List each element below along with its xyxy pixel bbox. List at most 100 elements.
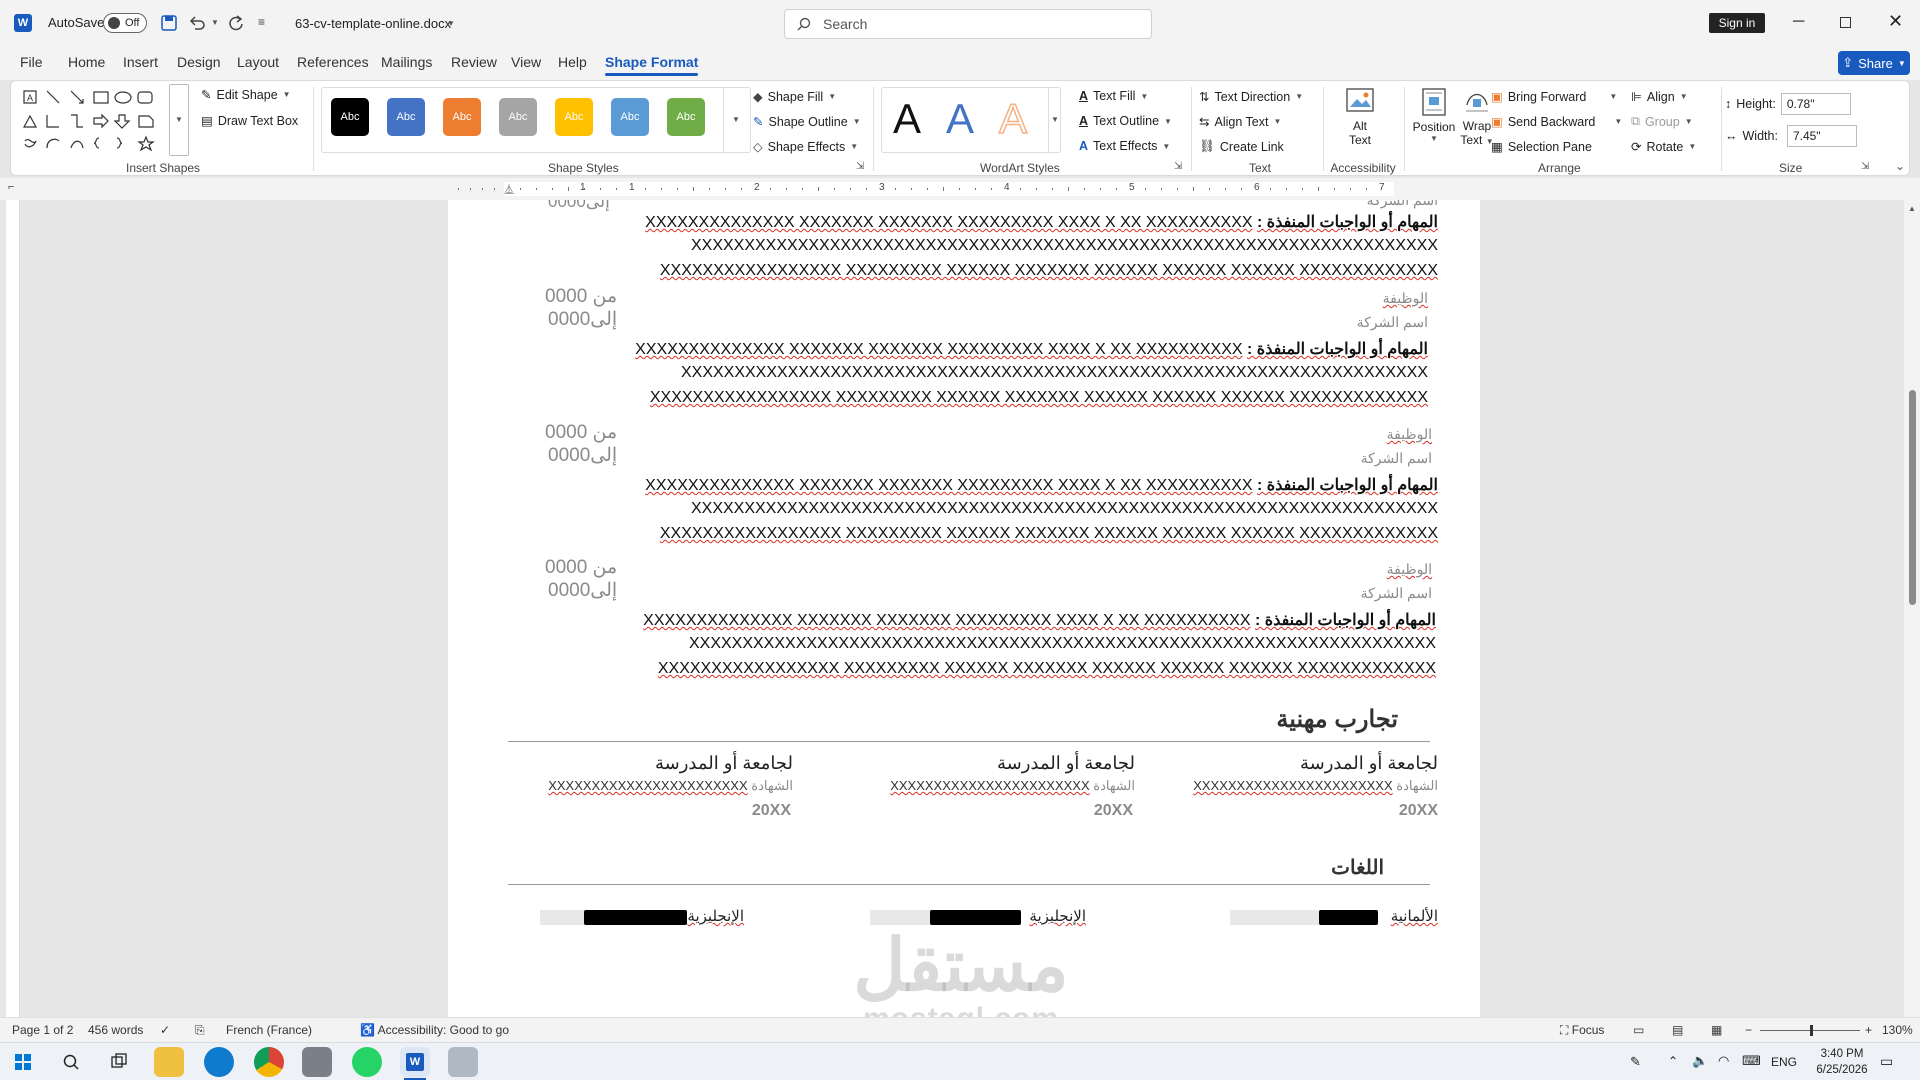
tab-selector-icon[interactable]: ⌐	[8, 181, 14, 193]
shape-outline-button[interactable]: ✎ Shape Outline ▼	[753, 114, 861, 130]
app-icon[interactable]	[448, 1047, 478, 1077]
wordart-launcher-icon[interactable]: ⇲	[1174, 161, 1182, 172]
collapse-ribbon-icon[interactable]: ⌄	[1895, 159, 1905, 173]
close-icon[interactable]: ✕	[1888, 11, 1903, 32]
volume-icon[interactable]: 🔈	[1692, 1053, 1708, 1069]
filename-chevron-down-icon[interactable]: ▼	[447, 19, 455, 28]
shape-style-swatch-gold[interactable]: Abc	[555, 98, 593, 136]
height-input[interactable]: 0.78"	[1780, 93, 1851, 115]
shapes-more-button[interactable]: ▼	[169, 84, 189, 156]
scrollbar-thumb[interactable]	[1909, 390, 1916, 605]
zoom-slider-thumb[interactable]	[1810, 1025, 1813, 1036]
print-layout-icon[interactable]: ▤	[1672, 1023, 1683, 1037]
indent-marker-icon[interactable]: ⏅	[504, 181, 514, 196]
file-explorer-icon[interactable]	[154, 1047, 184, 1077]
tab-design[interactable]: Design	[177, 54, 221, 70]
calculator-icon[interactable]	[302, 1047, 332, 1077]
shape-style-swatch-black[interactable]: Abc	[331, 98, 369, 136]
undo-dropdown-icon[interactable]: ▼	[211, 18, 219, 27]
tab-references[interactable]: References	[297, 54, 369, 70]
scroll-up-icon[interactable]: ▲	[1908, 204, 1916, 213]
document-page[interactable]: اسم الشركة إلى0000 المهام أو الواجبات ال…	[448, 200, 1480, 1017]
undo-icon[interactable]	[188, 14, 206, 32]
shapes-gallery[interactable]: A	[21, 86, 181, 156]
search-box[interactable]: Search	[784, 9, 1152, 39]
shape-style-swatch-green[interactable]: Abc	[667, 98, 705, 136]
web-layout-icon[interactable]: ▦	[1711, 1023, 1722, 1037]
tab-shape-format[interactable]: Shape Format	[605, 54, 699, 76]
text-outline-button[interactable]: A Text Outline ▼	[1079, 114, 1172, 128]
accessibility-status[interactable]: ♿ Accessibility: Good to go	[360, 1023, 509, 1037]
text-fill-button[interactable]: A Text Fill ▼	[1079, 89, 1148, 103]
tab-insert[interactable]: Insert	[123, 54, 158, 70]
edit-shape-button[interactable]: ✎ Edit Shape ▼	[201, 87, 291, 103]
selection-pane-button[interactable]: ▦ Selection Pane	[1491, 139, 1592, 155]
tab-file[interactable]: File	[20, 54, 43, 70]
restore-icon[interactable]	[1840, 17, 1851, 28]
width-input[interactable]: 7.45"	[1786, 125, 1857, 147]
proofing-icon[interactable]: ✓	[160, 1023, 170, 1037]
pen-workspace-icon[interactable]: ✎	[1630, 1054, 1641, 1070]
wordart-style-orange-outline[interactable]: A	[998, 94, 1028, 143]
wrap-text-button[interactable]: Wrap Text ▼	[1459, 87, 1495, 147]
task-view-icon[interactable]	[104, 1047, 134, 1077]
tab-mailings[interactable]: Mailings	[381, 54, 432, 70]
tab-home[interactable]: Home	[68, 54, 105, 70]
focus-button[interactable]: ⛶ Focus	[1560, 1023, 1604, 1038]
clock[interactable]: 3:40 PM 6/25/2026	[1812, 1046, 1872, 1078]
send-backward-button[interactable]: ▣ Send Backward ▼	[1491, 114, 1622, 130]
shape-styles-more-button[interactable]: ▼	[723, 87, 749, 153]
whatsapp-icon[interactable]	[352, 1047, 382, 1077]
minimize-icon[interactable]: ─	[1793, 13, 1804, 31]
zoom-level[interactable]: 130%	[1882, 1023, 1913, 1037]
track-changes-icon[interactable]: ⎘	[195, 1023, 205, 1038]
tab-review[interactable]: Review	[451, 54, 497, 70]
sign-in-button[interactable]: Sign in	[1709, 13, 1765, 33]
vertical-scrollbar[interactable]: ▲	[1904, 200, 1920, 1017]
alt-text-button[interactable]: Alt Text	[1337, 87, 1383, 147]
read-mode-icon[interactable]: ▭	[1633, 1023, 1644, 1037]
zoom-slider[interactable]	[1760, 1025, 1860, 1036]
save-icon[interactable]	[160, 14, 178, 32]
redo-icon[interactable]	[227, 14, 245, 32]
text-effects-button[interactable]: A Text Effects ▼	[1079, 139, 1170, 153]
vertical-ruler[interactable]	[6, 200, 20, 1017]
edge-browser-icon[interactable]	[204, 1047, 234, 1077]
language-status[interactable]: French (France)	[226, 1023, 312, 1037]
search-taskbar-icon[interactable]	[56, 1047, 86, 1077]
tab-view[interactable]: View	[511, 54, 541, 70]
share-button[interactable]: ⇪ Share ▼	[1838, 51, 1910, 75]
wordart-more-button[interactable]: ▼	[1048, 87, 1061, 153]
tab-help[interactable]: Help	[558, 54, 587, 70]
align-button[interactable]: ⊫ Align ▼	[1631, 89, 1688, 105]
text-direction-button[interactable]: ⇅ Text Direction ▼	[1199, 89, 1303, 105]
document-filename[interactable]: 63-cv-template-online.docx	[295, 16, 451, 31]
shape-fill-button[interactable]: ◆ Shape Fill ▼	[753, 89, 836, 105]
tab-layout[interactable]: Layout	[237, 54, 279, 70]
page-count[interactable]: Page 1 of 2	[12, 1023, 73, 1037]
word-taskbar-icon[interactable]: W	[400, 1047, 430, 1077]
autosave-toggle[interactable]: Off	[103, 13, 147, 33]
customize-qat-icon[interactable]: ≡	[258, 15, 265, 29]
shape-style-swatch-orange[interactable]: Abc	[443, 98, 481, 136]
rotate-button[interactable]: ⟳ Rotate ▼	[1631, 139, 1696, 155]
group-button[interactable]: ⧉ Group ▼	[1631, 114, 1693, 129]
position-button[interactable]: Position ▼	[1411, 87, 1457, 143]
input-language[interactable]: ENG	[1771, 1055, 1797, 1069]
shape-styles-launcher-icon[interactable]: ⇲	[856, 161, 864, 172]
shape-style-swatch-gray[interactable]: Abc	[499, 98, 537, 136]
horizontal-ruler[interactable]: ⌐ ⏅ 1 1 2 3 4 5 6 7	[0, 178, 1920, 200]
word-count[interactable]: 456 words	[88, 1023, 143, 1037]
keyboard-icon[interactable]: ⌨	[1742, 1053, 1761, 1069]
zoom-in-icon[interactable]: +	[1865, 1023, 1872, 1037]
zoom-out-icon[interactable]: −	[1745, 1023, 1752, 1037]
windows-start-icon[interactable]	[8, 1047, 38, 1077]
bring-forward-button[interactable]: ▣ Bring Forward ▼	[1491, 89, 1617, 105]
show-hidden-icons-icon[interactable]: ⌃	[1668, 1054, 1678, 1068]
shape-style-swatch-blue[interactable]: Abc	[387, 98, 425, 136]
chrome-browser-icon[interactable]	[254, 1047, 284, 1077]
wifi-icon[interactable]: ◠	[1718, 1053, 1729, 1069]
shape-style-swatch-lightblue[interactable]: Abc	[611, 98, 649, 136]
wordart-style-black[interactable]: A	[893, 95, 921, 143]
shape-effects-button[interactable]: ◇ Shape Effects ▼	[753, 139, 858, 155]
